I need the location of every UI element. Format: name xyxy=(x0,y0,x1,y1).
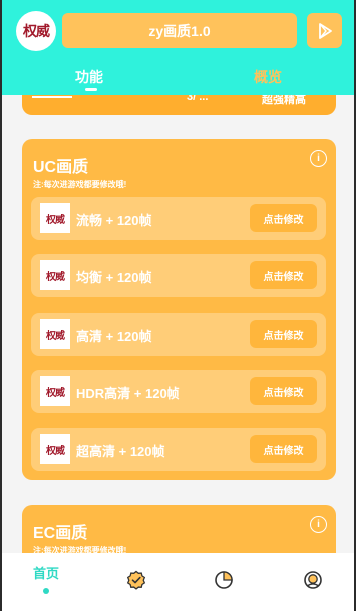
row-label: 超高清 + 120帧 xyxy=(76,444,165,459)
uc-option-row: 权威 HDR高清 + 120帧 点击修改 xyxy=(31,370,326,413)
uc-option-row: 权威 超高清 + 120帧 点击修改 xyxy=(31,428,326,471)
nav-active-dot xyxy=(43,588,49,594)
uc-quality-card: UC画质 注:每次进游戏都要修改哦! i 权威 流畅 + 120帧 点击修改 权… xyxy=(22,139,336,480)
play-icon xyxy=(318,22,332,39)
tab-functions[interactable]: 功能 xyxy=(75,67,103,87)
uc-option-row: 权威 流畅 + 120帧 点击修改 xyxy=(31,197,326,240)
app-header: 权威 zy画质1.0 功能 概览 xyxy=(2,0,354,95)
verified-badge-icon[interactable] xyxy=(126,570,146,590)
row-logo-text: 权威 xyxy=(46,271,65,283)
row-logo: 权威 xyxy=(40,260,70,290)
info-icon[interactable]: i xyxy=(310,150,327,167)
ec-card-title: EC画质 xyxy=(33,525,88,542)
modify-button[interactable]: 点击修改 xyxy=(250,377,317,405)
tab-active-indicator xyxy=(85,88,97,91)
row-logo-text: 权威 xyxy=(46,330,65,342)
pie-chart-icon[interactable] xyxy=(214,570,234,590)
app-title: zy画质1.0 xyxy=(62,13,297,48)
info-icon[interactable]: i xyxy=(310,516,327,533)
logo-seal-text: 权威 xyxy=(23,24,50,40)
row-logo-text: 权威 xyxy=(46,445,65,457)
row-label: 均衡 + 120帧 xyxy=(76,270,152,285)
row-logo-text: 权威 xyxy=(46,387,65,399)
uc-card-note: 注:每次进游戏都要修改哦! xyxy=(33,180,127,189)
modify-button[interactable]: 点击修改 xyxy=(250,204,317,232)
tab-overview[interactable]: 概览 xyxy=(254,67,282,87)
modify-button[interactable]: 点击修改 xyxy=(250,320,317,348)
nav-home[interactable]: 首页 xyxy=(33,563,59,582)
modify-button[interactable]: 点击修改 xyxy=(250,435,317,463)
row-logo: 权威 xyxy=(40,376,70,406)
row-logo: 权威 xyxy=(40,319,70,349)
modify-button[interactable]: 点击修改 xyxy=(250,261,317,289)
bottom-navigation: 首页 xyxy=(2,553,354,611)
row-label: HDR高清 + 120帧 xyxy=(76,386,180,401)
app-screen: 3/ ... 超强精高 UC画质 注:每次进游戏都要修改哦! i 权威 流畅 +… xyxy=(2,0,354,611)
row-label: 流畅 + 120帧 xyxy=(76,213,152,228)
profile-icon[interactable] xyxy=(303,570,323,590)
app-logo[interactable]: 权威 xyxy=(16,11,56,51)
previous-card-divider xyxy=(32,96,72,98)
row-logo: 权威 xyxy=(40,434,70,464)
uc-option-row: 权威 高清 + 120帧 点击修改 xyxy=(31,313,326,356)
row-logo-text: 权威 xyxy=(46,214,65,226)
row-label: 高清 + 120帧 xyxy=(76,329,152,344)
uc-option-row: 权威 均衡 + 120帧 点击修改 xyxy=(31,254,326,297)
play-button[interactable] xyxy=(307,13,342,48)
row-logo: 权威 xyxy=(40,203,70,233)
uc-card-title: UC画质 xyxy=(33,159,89,176)
